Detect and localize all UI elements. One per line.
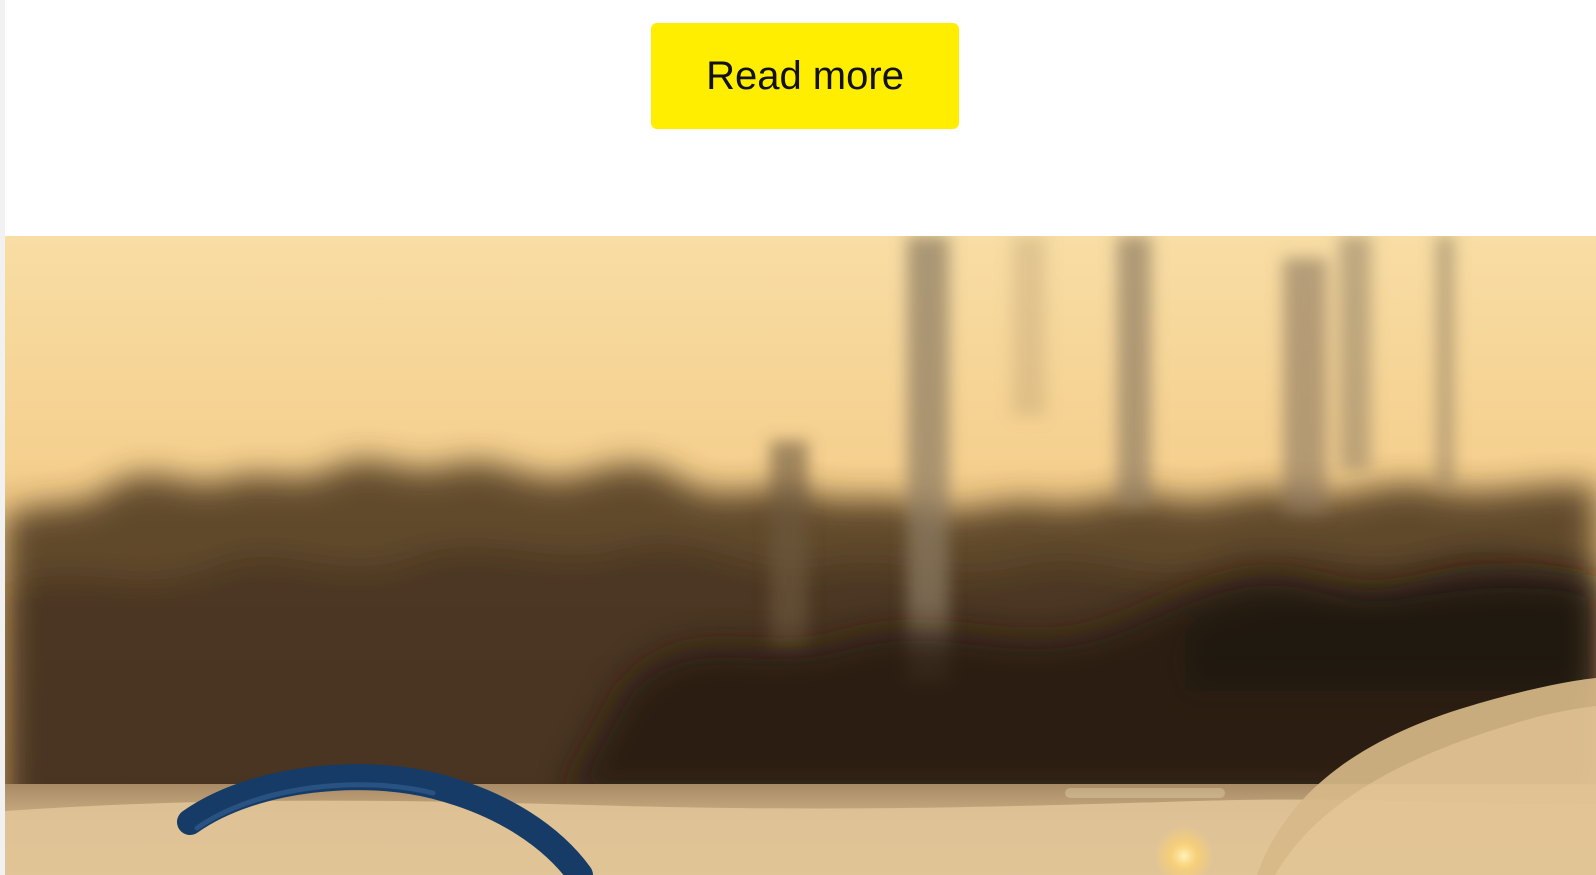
read-more-button[interactable]: Read more <box>651 23 959 129</box>
hero-image-section <box>5 236 1596 875</box>
distant-reflection <box>1065 788 1225 798</box>
hero-photo <box>5 236 1596 875</box>
page: Read more <box>5 0 1596 875</box>
read-more-section: Read more <box>5 0 1596 236</box>
